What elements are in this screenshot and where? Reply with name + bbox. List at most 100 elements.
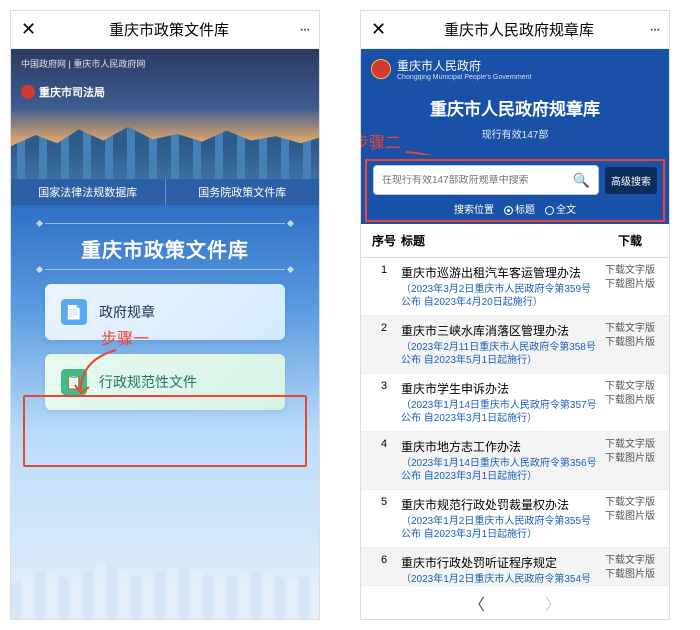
regulation-row[interactable]: 4重庆市地方志工作办法 （2023年1月14日重庆市人民政府令第356号公布 自2… [361, 432, 669, 490]
divider [45, 269, 285, 270]
titlebar-left: ✕ 重庆市政策文件库 ··· [11, 11, 319, 49]
midnav-item-national-law-db[interactable]: 国家法律法规数据库 [11, 179, 165, 205]
download-text-link[interactable]: 下载文字版 [597, 380, 663, 394]
banner-logo: 重庆市司法局 [21, 84, 309, 100]
search-area: 🔍 高级搜索 搜索位置 标题 全文 [361, 155, 669, 224]
radio-fulltext[interactable]: 全文 [545, 201, 576, 216]
divider [45, 223, 285, 224]
pager-prev[interactable]: 〈 [469, 591, 485, 615]
gov-name: 重庆市人民政府 [397, 59, 481, 73]
regulation-row[interactable]: 1重庆市巡游出租汽车客运管理办法 （2023年3月2日重庆市人民政府令第359号公… [361, 258, 669, 316]
row-no: 4 [367, 438, 401, 483]
row-title: 重庆市三峡水库消落区管理办法 [401, 322, 597, 339]
hero-title: 重庆市政策文件库 [25, 234, 305, 263]
row-title: 重庆市学生申诉办法 [401, 380, 597, 397]
page-title: 重庆市政策文件库 [39, 19, 299, 40]
arrow-icon [71, 345, 131, 395]
card-gov-regulations[interactable]: 📄 政府规章 [45, 284, 285, 340]
row-download-cell: 下载文字版下载图片版 [597, 322, 663, 367]
row-no: 5 [367, 496, 401, 541]
regulation-row[interactable]: 5重庆市规范行政处罚裁量权办法 （2023年1月2日重庆市人民政府令第355号公布… [361, 490, 669, 548]
row-title-cell: 重庆市学生申诉办法 （2023年1月14日重庆市人民政府令第357号公布 自202… [401, 380, 597, 425]
emblem-icon [371, 59, 391, 79]
col-header-no: 序号 [367, 232, 401, 249]
pager-next[interactable]: 〉 [545, 591, 561, 615]
download-image-link[interactable]: 下载图片版 [597, 568, 663, 582]
row-meta: （2023年1月14日重庆市人民政府令第356号公布 自2023年3月1日起施行… [401, 457, 597, 483]
close-icon[interactable]: ✕ [371, 19, 389, 40]
row-meta: （2023年1月2日重庆市人民政府令第354号公布 自2023年3月1日起施行） [401, 573, 597, 585]
row-title-cell: 重庆市行政处罚听证程序规定 （2023年1月2日重庆市人民政府令第354号公布 自… [401, 554, 597, 585]
row-title-cell: 重庆市规范行政处罚裁量权办法 （2023年1月2日重庆市人民政府令第355号公布 … [401, 496, 597, 541]
step-two-label: 步骤二 [360, 129, 401, 153]
radio-title[interactable]: 标题 [504, 201, 535, 216]
advanced-search-button[interactable]: 高级搜索 [605, 167, 657, 194]
titlebar-right: ✕ 重庆市人民政府规章库 ··· [361, 11, 669, 49]
download-image-link[interactable]: 下载图片版 [597, 452, 663, 466]
banner-top-links[interactable]: 中国政府网 | 重庆市人民政府网 [21, 57, 309, 70]
row-download-cell: 下载文字版下载图片版 [597, 264, 663, 309]
search-scope-radios: 搜索位置 标题 全文 [373, 201, 657, 216]
radio-icon [545, 206, 554, 215]
document-icon: 📄 [61, 299, 87, 325]
download-text-link[interactable]: 下载文字版 [597, 264, 663, 278]
row-title: 重庆市规范行政处罚裁量权办法 [401, 496, 597, 513]
row-meta: （2023年1月2日重庆市人民政府令第355号公布 自2023年3月1日起施行） [401, 515, 597, 541]
row-title-cell: 重庆市巡游出租汽车客运管理办法 （2023年3月2日重庆市人民政府令第359号公布… [401, 264, 597, 309]
page-title: 重庆市人民政府规章库 [389, 19, 649, 40]
more-icon[interactable]: ··· [299, 21, 309, 39]
row-title: 重庆市巡游出租汽车客运管理办法 [401, 264, 597, 281]
download-image-link[interactable]: 下载图片版 [597, 336, 663, 350]
skyline-image [11, 124, 319, 179]
gov-logo-row: 重庆市人民政府 Chongqing Municipal People's Gov… [371, 57, 659, 81]
radio-label: 搜索位置 [454, 201, 494, 216]
col-header-download: 下载 [597, 232, 663, 249]
gov-sub: Chongqing Municipal People's Government [397, 74, 531, 81]
search-icon[interactable]: 🔍 [573, 172, 590, 189]
row-title: 重庆市地方志工作办法 [401, 438, 597, 455]
row-no: 2 [367, 322, 401, 367]
regulation-row[interactable]: 3重庆市学生申诉办法 （2023年1月14日重庆市人民政府令第357号公布 自20… [361, 374, 669, 432]
phone-right: ✕ 重庆市人民政府规章库 ··· 重庆市人民政府 Chongqing Munic… [360, 10, 670, 620]
row-meta: （2023年1月14日重庆市人民政府令第357号公布 自2023年3月1日起施行… [401, 399, 597, 425]
more-icon[interactable]: ··· [649, 21, 659, 39]
header: 重庆市人民政府 Chongqing Municipal People's Gov… [361, 49, 669, 155]
banner-logo-text: 重庆市司法局 [39, 84, 105, 100]
close-icon[interactable]: ✕ [21, 19, 39, 40]
radio-icon [504, 206, 513, 215]
mid-nav: 国家法律法规数据库 国务院政策文件库 [11, 179, 319, 205]
right-body: 步骤二 🔍 高级搜索 搜索位置 标题 全文 [361, 155, 669, 224]
row-download-cell: 下载文字版下载图片版 [597, 380, 663, 425]
row-meta: （2023年2月11日重庆市人民政府令第358号公布 自2023年5月1日起施行… [401, 341, 597, 367]
download-text-link[interactable]: 下载文字版 [597, 438, 663, 452]
midnav-item-state-council[interactable]: 国务院政策文件库 [165, 179, 320, 205]
regulation-count: 现行有效147部 [371, 126, 659, 141]
download-text-link[interactable]: 下载文字版 [597, 496, 663, 510]
download-image-link[interactable]: 下载图片版 [597, 394, 663, 408]
search-input[interactable] [382, 175, 573, 186]
banner: 中国政府网 | 重庆市人民政府网 重庆市司法局 [11, 49, 319, 179]
row-no: 1 [367, 264, 401, 309]
row-download-cell: 下载文字版下载图片版 [597, 438, 663, 483]
regulation-list: 1重庆市巡游出租汽车客运管理办法 （2023年3月2日重庆市人民政府令第359号公… [361, 258, 669, 585]
search-box: 🔍 [373, 165, 599, 195]
download-text-link[interactable]: 下载文字版 [597, 554, 663, 568]
regulation-row[interactable]: 2重庆市三峡水库消落区管理办法 （2023年2月11日重庆市人民政府令第358号公… [361, 316, 669, 374]
card-label: 政府规章 [99, 302, 155, 322]
col-header-title: 标题 [401, 232, 597, 249]
city-silhouette [11, 549, 319, 619]
download-text-link[interactable]: 下载文字版 [597, 322, 663, 336]
row-title-cell: 重庆市地方志工作办法 （2023年1月14日重庆市人民政府令第356号公布 自20… [401, 438, 597, 483]
download-image-link[interactable]: 下载图片版 [597, 278, 663, 292]
table-header: 序号 标题 下载 [361, 224, 669, 258]
regulation-row[interactable]: 6重庆市行政处罚听证程序规定 （2023年1月2日重庆市人民政府令第354号公布 … [361, 548, 669, 585]
row-download-cell: 下载文字版下载图片版 [597, 496, 663, 541]
row-no: 3 [367, 380, 401, 425]
download-image-link[interactable]: 下载图片版 [597, 510, 663, 524]
row-title-cell: 重庆市三峡水库消落区管理办法 （2023年2月11日重庆市人民政府令第358号公布… [401, 322, 597, 367]
row-download-cell: 下载文字版下载图片版 [597, 554, 663, 585]
row-title: 重庆市行政处罚听证程序规定 [401, 554, 597, 571]
hero: 重庆市政策文件库 步骤一 📄 政府规章 📋 行政规范性文件 [11, 205, 319, 619]
row-meta: （2023年3月2日重庆市人民政府令第359号公布 自2023年4月20日起施行… [401, 283, 597, 309]
row-no: 6 [367, 554, 401, 585]
